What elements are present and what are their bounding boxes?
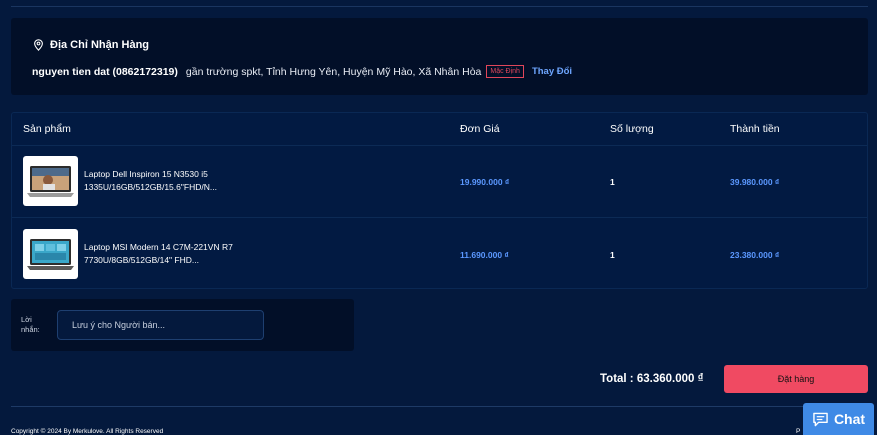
default-badge: Mặc Định [486,65,524,78]
product-thumbnail[interactable] [23,229,78,279]
unit-price: 19.990.000 ₫ [460,177,510,187]
product-thumbnail[interactable] [23,156,78,206]
footer-right-text: P [796,428,801,435]
place-order-button[interactable]: Đặt hàng [724,365,868,393]
table-row: Laptop MSI Modern 14 C7M-221VN R7 7730U/… [12,219,867,291]
grand-total: Total : 63.360.000 ₫ [600,373,704,385]
chat-button[interactable]: Chat [803,403,874,435]
receiver-name-phone: nguyen tien dat (0862172319) [32,65,178,78]
line-total: 39.980.000 ₫ [730,177,780,187]
header-product: Sản phẩm [23,123,71,135]
header-unit-price: Đơn Giá [460,123,500,135]
header-line-total: Thành tiền [730,123,780,135]
shipping-address-card: Địa Chỉ Nhận Hàng nguyen tien dat (08621… [11,18,868,95]
change-address-link[interactable]: Thay Đổi [532,66,572,77]
table-header: Sản phẩm Đơn Giá Số lượng Thành tiền [12,113,867,146]
top-divider [11,6,868,7]
address-header: Địa Chỉ Nhận Hàng [33,39,149,51]
chat-label: Chat [833,411,866,427]
address-title: Địa Chỉ Nhận Hàng [50,39,150,51]
location-pin-icon [34,39,43,51]
chat-bubble-icon [813,412,828,426]
header-quantity: Số lượng [610,123,654,135]
seller-note-input[interactable] [57,310,264,340]
address-line: nguyen tien dat (0862172319) gần trường … [32,65,572,78]
address-detail: gần trường spkt, Tỉnh Hưng Yên, Huyện Mỹ… [185,65,482,78]
quantity: 1 [610,177,615,187]
unit-price: 11.690.000 ₫ [460,250,509,260]
line-total: 23.380.000 ₫ [730,250,780,260]
product-name[interactable]: Laptop MSI Modern 14 C7M-221VN R7 7730U/… [84,241,254,267]
seller-note-card: Lời nhắn: [11,299,354,351]
order-items-table: Sản phẩm Đơn Giá Số lượng Thành tiền Lap… [11,112,868,289]
copyright-text: Copyright © 2024 By Merkulove. All Right… [11,428,164,435]
product-name[interactable]: Laptop Dell Inspiron 15 N3530 i5 1335U/1… [84,168,254,194]
table-row: Laptop Dell Inspiron 15 N3530 i5 1335U/1… [12,146,867,218]
note-label: Lời nhắn: [21,315,40,334]
footer-divider [11,406,868,407]
quantity: 1 [610,250,615,260]
